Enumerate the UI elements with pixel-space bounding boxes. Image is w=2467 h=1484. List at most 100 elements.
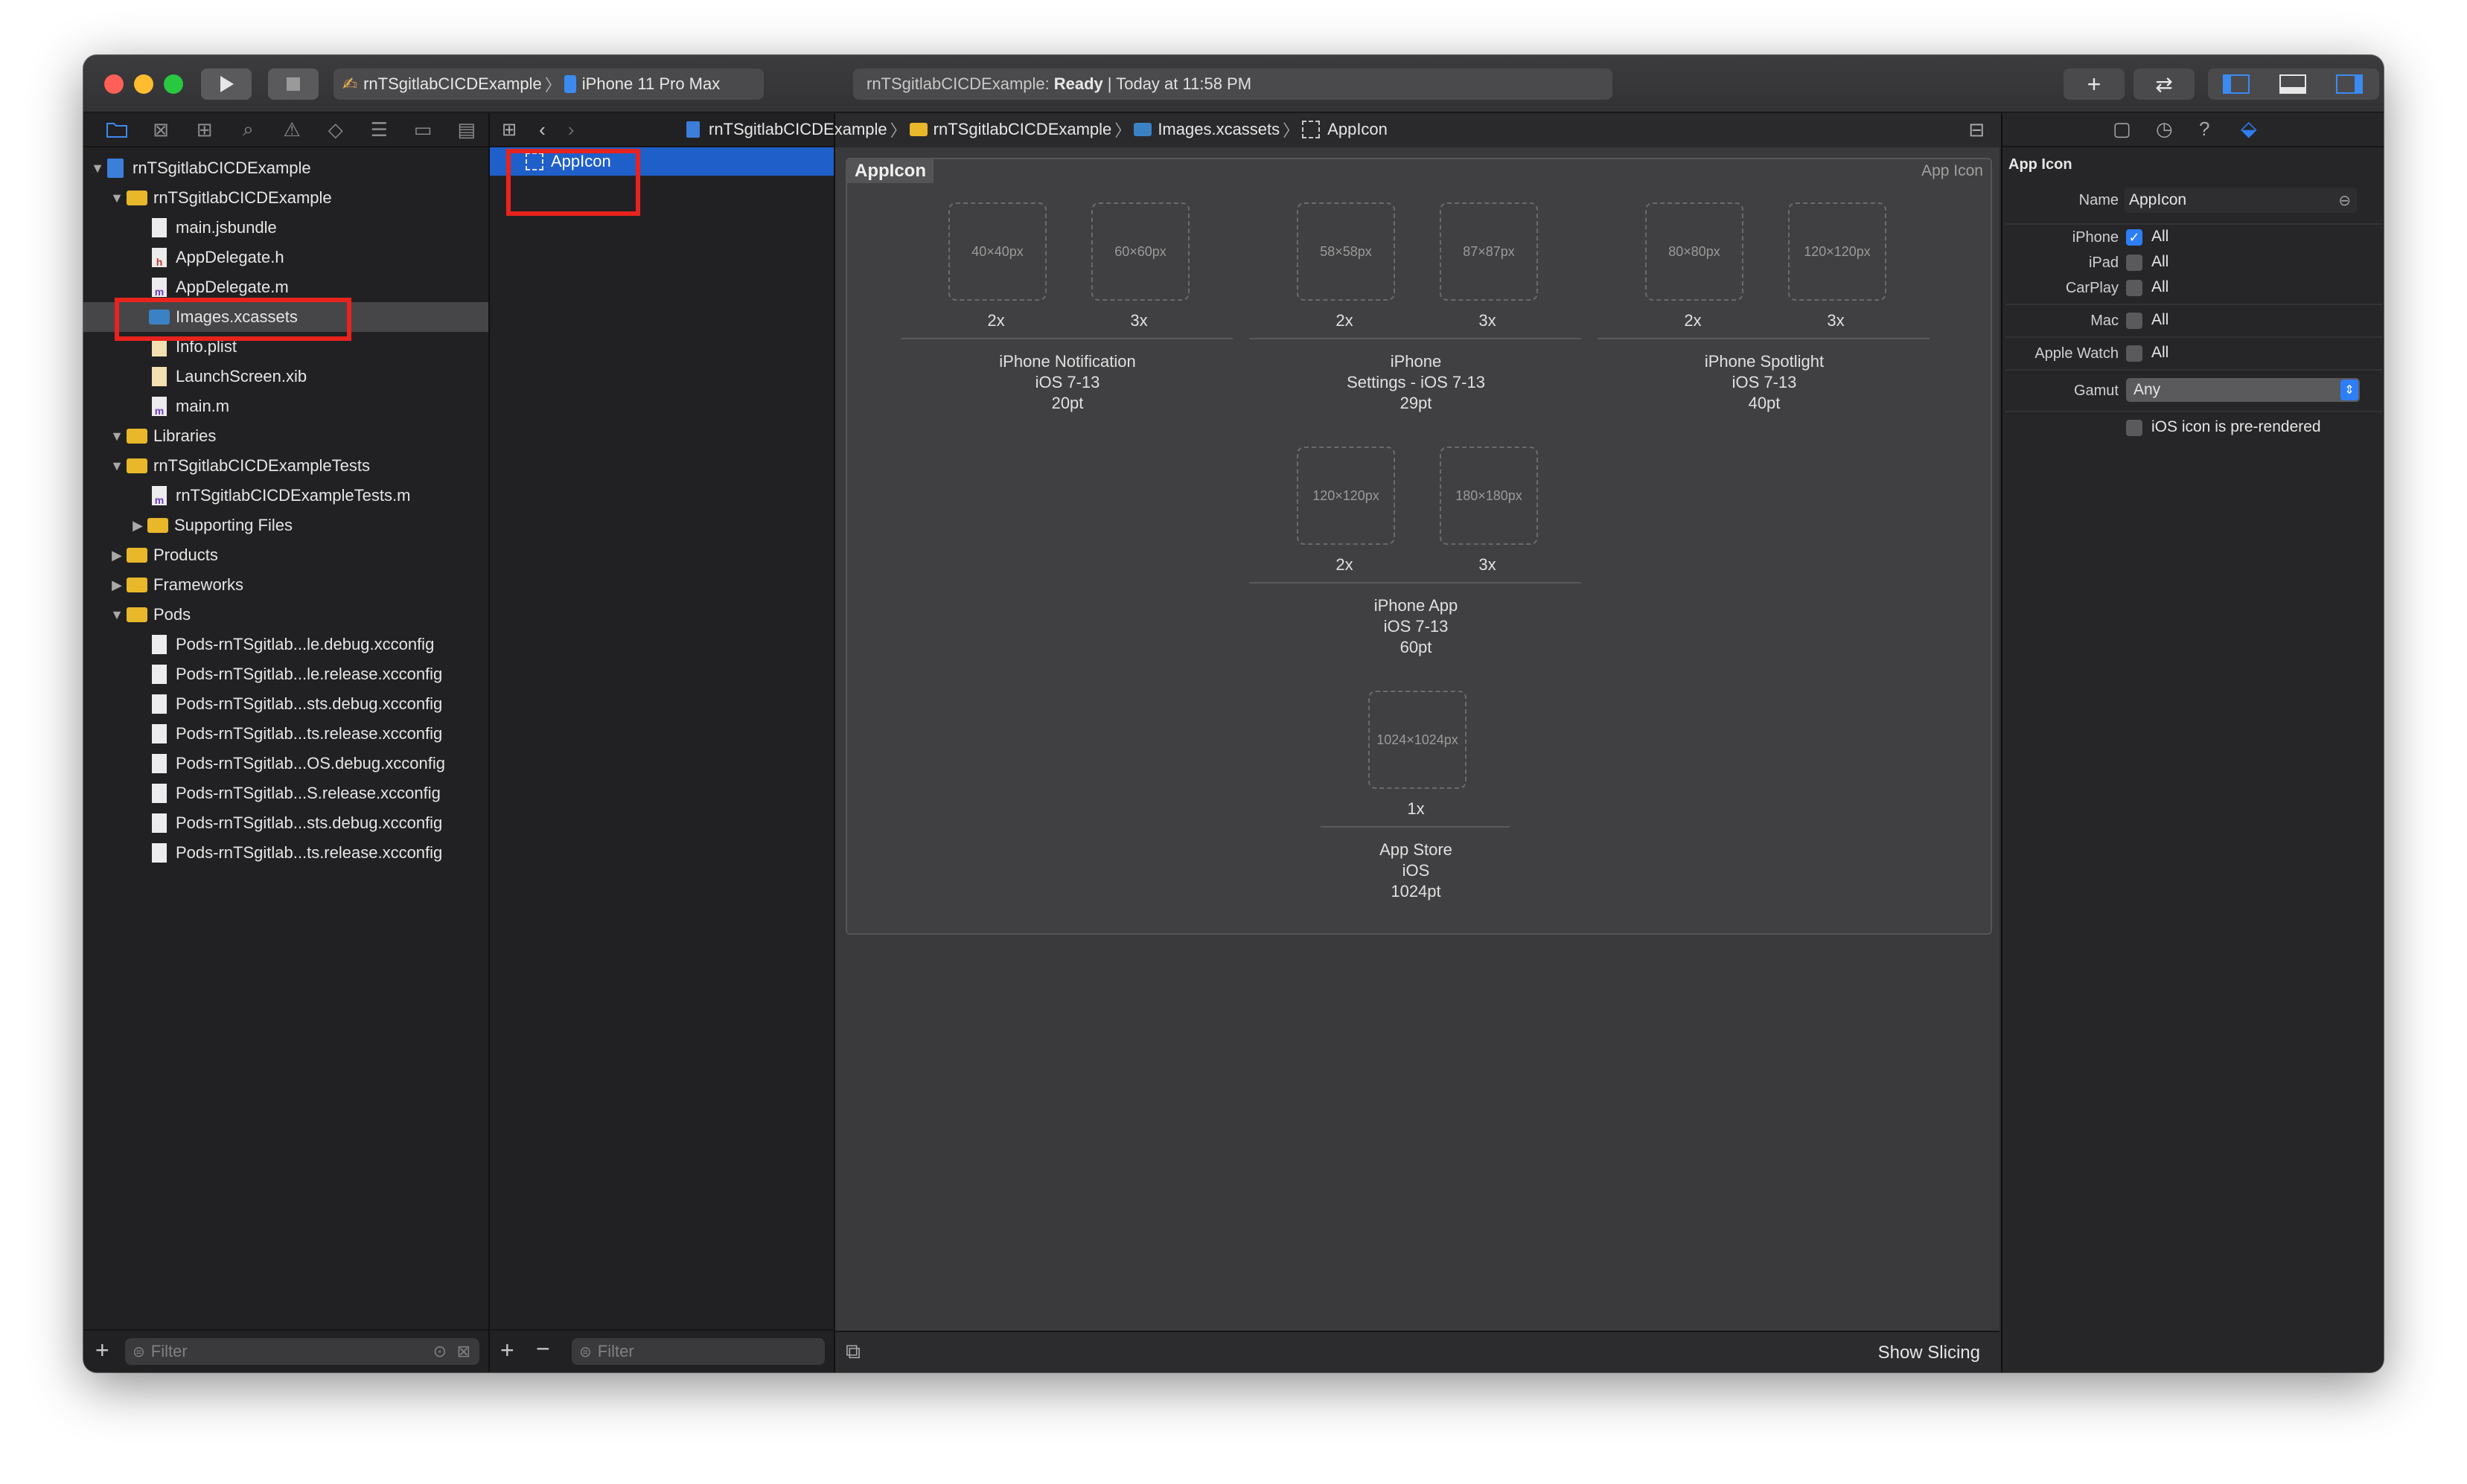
iphone-checkbox[interactable]: ✓ <box>2126 229 2142 246</box>
folder-icon <box>147 518 168 533</box>
icon-slot[interactable]: 60×60px <box>1091 202 1190 301</box>
tree-row-file[interactable]: Pods-rnTSgitlab...le.debug.xcconfig <box>83 630 488 659</box>
disclosure-triangle-icon[interactable]: ▶ <box>131 518 144 534</box>
tree-row-folder[interactable]: ▼ rnTSgitlabCICDExample <box>83 183 488 213</box>
disclosure-triangle-icon[interactable]: ▼ <box>91 161 104 176</box>
tree-row-file[interactable]: LaunchScreen.xib <box>83 362 488 391</box>
hierarchy-icon: ⊞ <box>196 118 213 141</box>
tree-row-folder[interactable]: ▼ rnTSgitlabCICDExampleTests <box>83 451 488 481</box>
asset-filter-bar: + − ⊜ Filter <box>490 1329 834 1372</box>
add-asset-plus-icon[interactable]: + <box>500 1337 514 1364</box>
tree-row-file[interactable]: Pods-rnTSgitlab...S.release.xcconfig <box>83 778 488 808</box>
status-project: rnTSgitlabCICDExample: <box>867 74 1050 93</box>
tree-row-file[interactable]: Pods-rnTSgitlab...ts.release.xcconfig <box>83 838 488 868</box>
zoom-window-button[interactable] <box>164 74 183 94</box>
code-review-button[interactable]: ⇄ <box>2134 68 2195 100</box>
apple-watch-checkbox[interactable] <box>2126 345 2142 362</box>
tree-row-file[interactable]: Pods-rnTSgitlab...sts.debug.xcconfig <box>83 808 488 838</box>
disclosure-triangle-icon[interactable]: ▶ <box>110 578 124 593</box>
icon-slot[interactable]: 120×120px <box>1788 202 1886 301</box>
library-button[interactable]: + <box>2064 68 2125 100</box>
name-field[interactable]: AppIcon ⊖ <box>2125 188 2357 213</box>
toggle-debug-area-button[interactable] <box>2265 68 2321 100</box>
status-state: Ready <box>1053 74 1103 93</box>
debug-navigator-tab[interactable]: ☰ <box>357 113 401 146</box>
disclosure-triangle-icon[interactable]: ▼ <box>110 191 124 206</box>
add-editor-icon[interactable]: ⊟ <box>1968 118 1985 141</box>
device-label: iPad <box>2088 255 2119 271</box>
mac-checkbox[interactable] <box>2126 313 2142 329</box>
ipad-checkbox[interactable] <box>2126 255 2142 271</box>
report-navigator-tab[interactable]: ▤ <box>444 113 488 146</box>
quick-help-icon[interactable]: ? <box>2199 118 2209 141</box>
icon-slot[interactable]: 87×87px <box>1440 202 1538 301</box>
icon-slot[interactable]: 120×120px <box>1297 447 1395 545</box>
tree-row-folder[interactable]: ▶ Frameworks <box>83 570 488 600</box>
toggle-inspector-button[interactable] <box>2321 68 2378 100</box>
stop-button[interactable] <box>268 68 319 100</box>
disclosure-triangle-icon[interactable]: ▼ <box>110 458 124 474</box>
caption-line: 40pt <box>1748 394 1781 412</box>
tree-row-file[interactable]: Pods-rnTSgitlab...le.release.xcconfig <box>83 659 488 689</box>
set-name-label: AppIcon <box>847 159 933 183</box>
jumpbar-crumb-project[interactable]: rnTSgitlabCICDExample <box>709 120 887 139</box>
tree-row-file[interactable]: Pods-rnTSgitlab...sts.debug.xcconfig <box>83 689 488 719</box>
icon-slot[interactable]: 80×80px <box>1645 202 1743 301</box>
show-slicing-button[interactable]: Show Slicing <box>1878 1343 1980 1363</box>
tree-row-file[interactable]: Pods-rnTSgitlab...OS.debug.xcconfig <box>83 749 488 778</box>
tree-row-folder[interactable]: ▶ Products <box>83 540 488 570</box>
disclosure-triangle-icon[interactable]: ▼ <box>110 607 124 623</box>
tree-row-label: Frameworks <box>153 575 244 594</box>
related-items-grid-icon[interactable]: ⊞ <box>502 119 517 141</box>
add-file-plus-icon[interactable]: + <box>95 1337 109 1364</box>
attributes-inspector-icon[interactable]: ⬙ <box>2241 116 2257 141</box>
caption-line: Settings - iOS 7-13 <box>1347 373 1485 391</box>
preview-panel-icon[interactable]: ⧉ <box>846 1340 861 1364</box>
issue-navigator-tab[interactable]: ⚠ <box>270 113 314 146</box>
recent-files-clock-icon[interactable]: ⊙ <box>433 1342 447 1361</box>
tree-row-file[interactable]: main.jsbundle <box>83 213 488 243</box>
tree-row-project[interactable]: ▼ rnTSgitlabCICDExample <box>83 153 488 183</box>
tree-row-file[interactable]: h AppDelegate.h <box>83 243 488 272</box>
file-inspector-icon[interactable]: ▢ <box>2113 118 2131 141</box>
navigator-filter-input[interactable]: ⊜ Filter ⊙ ⊠ <box>125 1338 479 1365</box>
project-navigator-tab[interactable] <box>95 113 139 146</box>
icon-slot[interactable]: 58×58px <box>1297 202 1395 301</box>
icon-slot[interactable]: 1024×1024px <box>1368 691 1467 789</box>
forward-chevron-icon[interactable]: › <box>568 118 575 141</box>
minimize-window-button[interactable] <box>134 74 153 94</box>
remove-asset-minus-icon[interactable]: − <box>536 1335 550 1363</box>
icon-slot[interactable]: 180×180px <box>1440 447 1538 545</box>
tree-row-folder[interactable]: ▼ Pods <box>83 600 488 630</box>
back-chevron-icon[interactable]: ‹ <box>539 118 546 141</box>
name-label: Name <box>2078 192 2119 208</box>
tree-row-file[interactable]: Pods-rnTSgitlab...ts.release.xcconfig <box>83 719 488 749</box>
history-inspector-icon[interactable]: ◷ <box>2156 118 2173 141</box>
clear-field-icon[interactable]: ⊖ <box>2338 191 2351 210</box>
jumpbar-crumb-catalog[interactable]: Images.xcassets <box>1158 120 1280 139</box>
tree-row-label: Pods-rnTSgitlab...ts.release.xcconfig <box>176 724 443 743</box>
toggle-navigator-button[interactable] <box>2208 68 2265 100</box>
gamut-popup[interactable]: Any ⇕ <box>2126 378 2360 402</box>
disclosure-triangle-icon[interactable]: ▼ <box>110 429 124 444</box>
find-navigator-tab[interactable]: ⌕ <box>226 113 270 146</box>
jumpbar-crumb-asset[interactable]: AppIcon <box>1327 120 1388 139</box>
tree-row-file[interactable]: m rnTSgitlabCICDExampleTests.m <box>83 481 488 511</box>
asset-filter-input[interactable]: ⊜ Filter <box>572 1338 825 1365</box>
jumpbar-crumb-folder[interactable]: rnTSgitlabCICDExample <box>933 120 1112 139</box>
test-navigator-tab[interactable]: ◇ <box>313 113 357 146</box>
source-control-filter-icon[interactable]: ⊠ <box>457 1342 470 1361</box>
tree-row-folder[interactable]: ▶ Supporting Files <box>83 511 488 540</box>
tree-row-file[interactable]: m main.m <box>83 391 488 421</box>
breakpoint-navigator-tab[interactable]: ▭ <box>401 113 445 146</box>
source-control-tab[interactable]: ⊠ <box>139 113 183 146</box>
close-window-button[interactable] <box>104 74 124 94</box>
carplay-checkbox[interactable] <box>2126 280 2142 296</box>
prerendered-checkbox[interactable] <box>2126 420 2142 436</box>
symbol-navigator-tab[interactable]: ⊞ <box>182 113 226 146</box>
run-button[interactable] <box>201 68 252 100</box>
scheme-selector[interactable]: ✍ rnTSgitlabCICDExample 〉 iPhone 11 Pro … <box>333 68 764 100</box>
disclosure-triangle-icon[interactable]: ▶ <box>110 548 124 563</box>
icon-slot[interactable]: 40×40px <box>948 202 1047 301</box>
tree-row-folder[interactable]: ▼ Libraries <box>83 421 488 451</box>
